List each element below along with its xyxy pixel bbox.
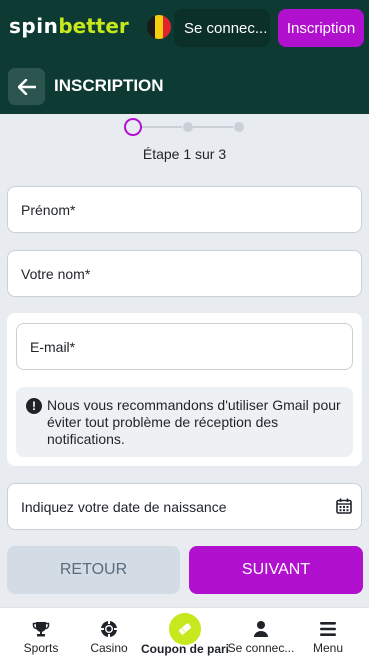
back-step-button[interactable]: RETOUR (7, 546, 180, 594)
nav-casino[interactable]: Casino (82, 608, 136, 661)
calendar-icon[interactable] (336, 498, 352, 514)
nav-sports[interactable]: Sports (14, 608, 68, 661)
trophy-icon (31, 620, 51, 638)
registration-stepper: Étape 1 sur 3 (0, 114, 369, 184)
gmail-notice: ! Nous vous recommandons d'utiliser Gmai… (16, 387, 353, 457)
ticket-icon[interactable] (169, 613, 201, 645)
gmail-notice-text: Nous vous recommandons d'utiliser Gmail … (47, 397, 341, 447)
step-counter: Étape 1 sur 3 (142, 146, 227, 162)
arrow-left-icon (17, 78, 36, 95)
last-name-field[interactable]: Votre nom* (7, 250, 362, 297)
back-button[interactable] (8, 68, 45, 105)
nav-sports-label: Sports (23, 641, 59, 655)
nav-menu[interactable]: Menu (304, 608, 352, 661)
nav-menu-label: Menu (312, 641, 344, 655)
exclamation-icon: ! (26, 398, 42, 414)
nav-login[interactable]: Se connec... (226, 608, 296, 661)
first-name-field[interactable]: Prénom* (7, 186, 362, 233)
login-button[interactable]: Se connec... (174, 9, 270, 47)
user-icon (251, 620, 271, 638)
step-connector (193, 126, 233, 128)
signup-button[interactable]: Inscription (278, 9, 364, 47)
page-title: INSCRIPTION (54, 76, 164, 95)
casino-chip-icon (99, 620, 119, 638)
step-3-indicator (234, 122, 244, 132)
logo-better-text: better (58, 14, 129, 38)
nav-casino-label: Casino (90, 641, 128, 655)
next-step-button[interactable]: SUIVANT (189, 546, 363, 594)
hamburger-icon (318, 620, 338, 638)
nav-login-label: Se connec... (227, 641, 295, 655)
top-header: spin better Se connec... Inscription (0, 0, 369, 57)
spinbetter-logo[interactable]: spin better (9, 14, 129, 42)
birthdate-placeholder: Indiquez votre date de naissance (21, 498, 227, 515)
belgium-flag-icon[interactable] (147, 15, 171, 39)
email-field[interactable]: E-mail* (16, 323, 353, 370)
logo-spin-text: spin (9, 14, 59, 38)
step-1-indicator (124, 118, 142, 136)
step-2-indicator (183, 122, 193, 132)
title-bar: INSCRIPTION (0, 57, 369, 114)
birthdate-field[interactable]: Indiquez votre date de naissance (7, 483, 362, 530)
step-connector (142, 126, 182, 128)
